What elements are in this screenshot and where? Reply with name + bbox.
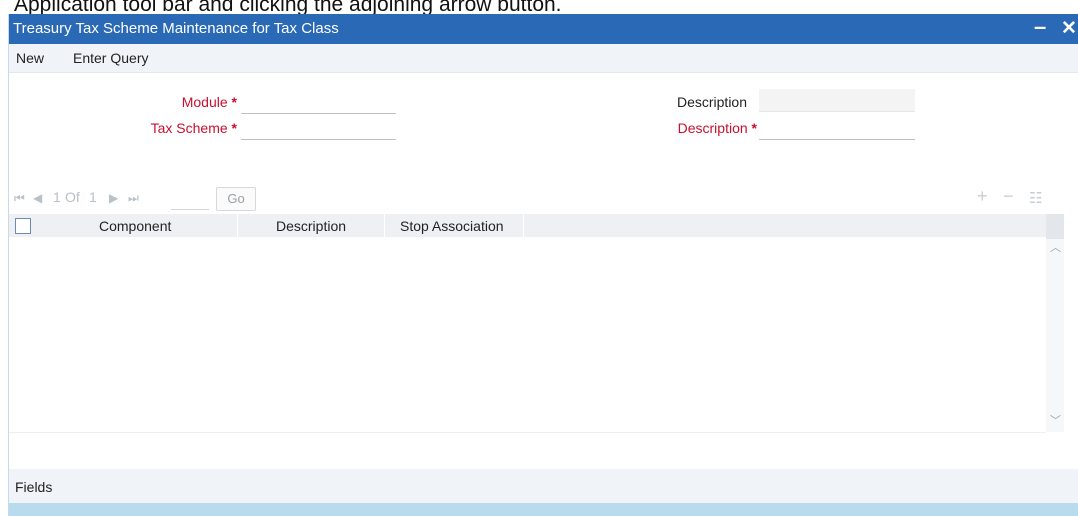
add-row-icon[interactable]: + (977, 186, 988, 207)
grid-header: Component Description Stop Association (9, 214, 1046, 237)
fields-button[interactable]: Fields (15, 479, 52, 495)
description-readonly-field[interactable] (759, 89, 915, 112)
description-required-label: Description * (677, 120, 757, 136)
tax-scheme-label: Tax Scheme * (150, 120, 237, 136)
grid-scrollbar[interactable]: ︿ ﹀ (1046, 214, 1064, 432)
column-header-description[interactable]: Description (276, 218, 346, 234)
column-divider (237, 214, 238, 237)
module-label: Module * (181, 94, 237, 110)
window-title: Treasury Tax Scheme Maintenance for Tax … (13, 20, 339, 37)
bottom-strip (9, 503, 1078, 516)
page-number-input[interactable] (171, 187, 209, 210)
description-label: Description (676, 94, 747, 110)
prev-page-icon[interactable]: ◀ (33, 191, 42, 205)
tax-scheme-field[interactable] (241, 117, 396, 140)
close-icon[interactable]: ✕ (1061, 17, 1077, 40)
last-page-icon[interactable]: ⏭ (128, 191, 139, 206)
scroll-up-icon[interactable]: ︿ (1050, 239, 1061, 255)
required-marker: * (231, 120, 237, 136)
column-header-component[interactable]: Component (99, 218, 171, 234)
required-marker: * (751, 120, 757, 136)
first-page-icon[interactable]: ⏮ (14, 191, 25, 206)
scroll-down-icon[interactable]: ﹀ (1050, 412, 1061, 428)
delete-row-icon[interactable]: − (1003, 186, 1014, 207)
toolbar: New Enter Query (9, 44, 1078, 73)
new-button[interactable]: New (16, 50, 44, 66)
window-titlebar: Treasury Tax Scheme Maintenance for Tax … (9, 14, 1078, 44)
select-all-checkbox[interactable] (15, 218, 31, 234)
column-divider (384, 214, 385, 237)
description-field[interactable] (759, 117, 915, 140)
column-header-stop-association[interactable]: Stop Association (400, 218, 504, 234)
total-pages: 1 (89, 189, 97, 205)
current-page: 1 (53, 189, 61, 205)
column-divider (523, 214, 524, 237)
of-label: Of (65, 189, 80, 205)
enter-query-button[interactable]: Enter Query (73, 50, 148, 66)
grid-body (9, 237, 1046, 433)
single-view-icon[interactable]: ☷ (1029, 189, 1042, 207)
module-field[interactable] (241, 91, 396, 114)
fields-bar: Fields (9, 469, 1078, 503)
go-button[interactable]: Go (216, 187, 256, 211)
tax-scheme-window: Treasury Tax Scheme Maintenance for Tax … (8, 14, 1078, 516)
scrollbar-thumb[interactable] (1046, 214, 1064, 239)
next-page-icon[interactable]: ▶ (109, 191, 118, 205)
minimize-icon[interactable]: – (1034, 14, 1046, 40)
required-marker: * (231, 94, 237, 110)
